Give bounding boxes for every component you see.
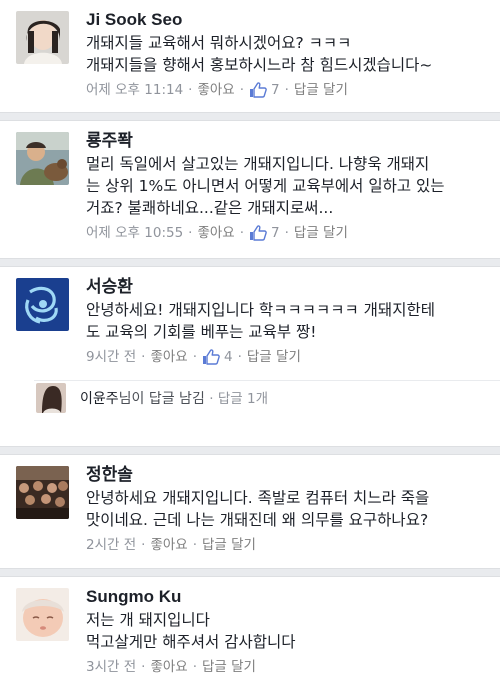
comment-feed: Ji Sook Seo 개돼지들 교육해서 뭐하시겠어요? ㅋㅋㅋ 개돼지들을 … <box>0 0 500 680</box>
thumbs-up-icon[interactable] <box>249 82 267 98</box>
avatar[interactable] <box>16 132 69 185</box>
divider <box>0 568 500 577</box>
timestamp[interactable]: 9시간 전 <box>86 347 136 367</box>
comment-meta: 3시간 전 · 좋아요 · 답글 달기 <box>86 657 256 677</box>
divider <box>0 446 500 455</box>
comment-author[interactable]: 정한솔 <box>86 464 490 486</box>
avatar[interactable] <box>16 588 69 641</box>
reply-button[interactable]: 답글 달기 <box>247 347 301 367</box>
like-button[interactable]: 좋아요 <box>197 223 234 243</box>
comment-author[interactable]: 룡주퐉 <box>86 130 490 152</box>
reply-summary[interactable]: 이윤주님이 답글 남김 · 답글 1개 <box>34 380 500 414</box>
like-button[interactable]: 좋아요 <box>150 347 187 367</box>
timestamp[interactable]: 어제 오후 11:14 <box>86 80 183 100</box>
comment-item: Sungmo Ku 저는 개 돼지입니다 먹고살게만 해주셔서 감사합니다 3시… <box>0 577 500 680</box>
reply-count-link[interactable]: 답글 1개 <box>218 391 268 407</box>
like-button[interactable]: 좋아요 <box>150 657 187 677</box>
reply-button[interactable]: 답글 달기 <box>294 80 348 100</box>
reply-button[interactable]: 답글 달기 <box>294 223 348 243</box>
comment-item: 정한솔 안녕하세요 개돼지입니다. 족발로 컴퓨터 치느라 죽을 맛이네요. 근… <box>0 455 500 568</box>
reply-button[interactable]: 답글 달기 <box>202 535 256 555</box>
reply-summary-text: 님이 답글 남김 <box>118 391 205 407</box>
comment-text: 저는 개 돼지입니다 먹고살게만 해주셔서 감사합니다 <box>86 611 296 651</box>
like-button[interactable]: 좋아요 <box>197 80 234 100</box>
timestamp[interactable]: 3시간 전 <box>86 657 136 677</box>
comment-text: 안녕하세요! 개돼지입니다 학ㅋㅋㅋㅋㅋㅋ 개돼지한테 도 교육의 기회를 베푸… <box>86 301 435 341</box>
comment-text: 멀리 독일에서 살고있는 개돼지입니다. 나향욱 개돼지 는 상위 1%도 아니… <box>86 155 445 217</box>
avatar[interactable] <box>16 11 69 64</box>
divider <box>0 258 500 267</box>
comment-item: 서승환 안녕하세요! 개돼지입니다 학ㅋㅋㅋㅋㅋㅋ 개돼지한테 도 교육의 기회… <box>0 267 500 380</box>
comment-meta: 어제 오후 11:14 · 좋아요 · 7 · 답글 달기 <box>86 80 348 100</box>
avatar[interactable] <box>16 278 69 331</box>
avatar[interactable] <box>36 382 66 413</box>
reply-button[interactable]: 답글 달기 <box>202 657 256 677</box>
comment-meta: 2시간 전 · 좋아요 · 답글 달기 <box>86 535 256 555</box>
comment-item: Ji Sook Seo 개돼지들 교육해서 뭐하시겠어요? ㅋㅋㅋ 개돼지들을 … <box>0 0 500 112</box>
like-count[interactable]: 4 <box>224 347 233 367</box>
avatar[interactable] <box>16 466 69 519</box>
divider <box>0 112 500 121</box>
comment-meta: 9시간 전 · 좋아요 · 4 · 답글 달기 <box>86 347 301 367</box>
comment-item: 룡주퐉 멀리 독일에서 살고있는 개돼지입니다. 나향욱 개돼지 는 상위 1%… <box>0 121 500 258</box>
timestamp[interactable]: 2시간 전 <box>86 535 136 555</box>
thumbs-up-icon[interactable] <box>202 349 220 365</box>
comment-meta: 어제 오후 10:55 · 좋아요 · 7 · 답글 달기 <box>86 223 348 243</box>
comment-author[interactable]: Ji Sook Seo <box>86 9 490 31</box>
comment-text: 개돼지들 교육해서 뭐하시겠어요? ㅋㅋㅋ 개돼지들을 향해서 홍보하시느라 참… <box>86 34 433 74</box>
comment-author[interactable]: Sungmo Ku <box>86 586 490 608</box>
timestamp[interactable]: 어제 오후 10:55 <box>86 223 183 243</box>
comment-author[interactable]: 서승환 <box>86 276 490 298</box>
like-count[interactable]: 7 <box>271 80 280 100</box>
like-button[interactable]: 좋아요 <box>150 535 187 555</box>
thumbs-up-icon[interactable] <box>249 225 267 241</box>
comment-text: 안녕하세요 개돼지입니다. 족발로 컴퓨터 치느라 죽을 맛이네요. 근데 나는… <box>86 489 430 529</box>
reply-author[interactable]: 이윤주 <box>80 391 119 407</box>
like-count[interactable]: 7 <box>271 223 280 243</box>
